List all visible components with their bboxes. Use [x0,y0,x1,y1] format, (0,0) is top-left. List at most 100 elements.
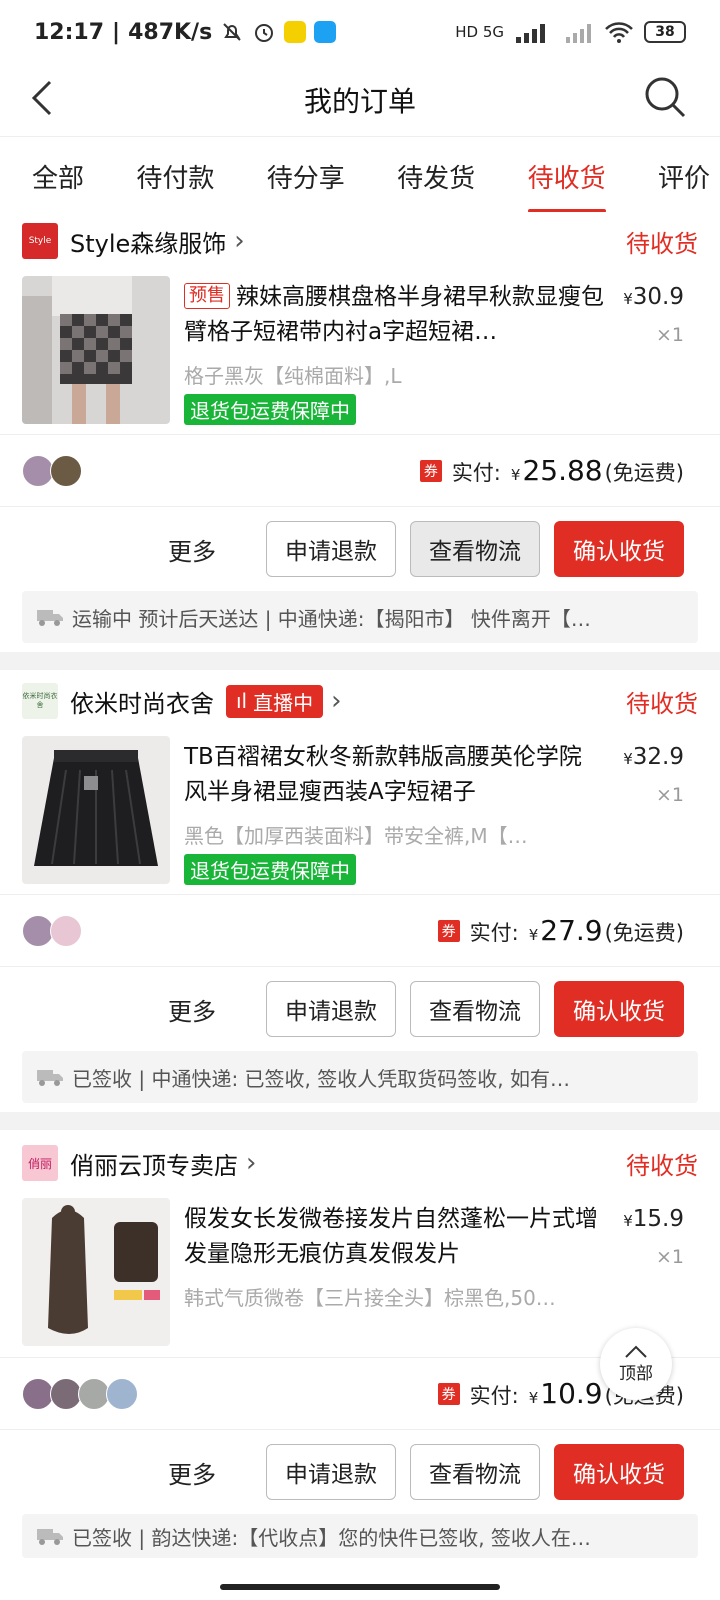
network-type: HD 5G [455,23,504,41]
order-item[interactable]: TB百褶裙女秋冬新款韩版高腰英伦学院风半身裙显瘦西装A字短裙子 ¥32.9 ×1… [0,730,720,895]
view-logistics-button[interactable]: 查看物流 [410,521,540,577]
page-title: 我的订单 [303,85,416,118]
paid-amount: 10.9 [540,1377,603,1410]
confirm-receipt-button[interactable]: 确认收货 [554,521,684,577]
product-title: 预售 辣妹高腰棋盘格半身裙早秋款显瘦包臂格子短裙带内衬a字超短裙… [184,283,604,345]
buyer-avatars [22,914,82,947]
app-notification-icon [314,21,337,43]
chevron-right-icon: › [246,1148,257,1178]
shop-name: 依米时尚衣舍 [70,689,214,718]
mute-bell-icon [223,23,241,41]
product-image[interactable] [22,736,170,884]
confirm-receipt-button[interactable]: 确认收货 [554,1444,684,1500]
wifi-icon [605,22,633,43]
product-qty: ×1 [655,324,684,346]
request-refund-button[interactable]: 申请退款 [266,1444,396,1500]
truck-icon [37,1070,63,1086]
shop-logo: Style [22,223,58,259]
confirm-receipt-button[interactable]: 确认收货 [554,981,684,1037]
live-badge[interactable]: ıl 直播中 [226,684,324,718]
more-button[interactable]: 更多 [168,532,216,567]
product-price: ¥15.9 [623,1206,684,1232]
order-status: 待收货 [626,689,698,718]
paid-label: 实付: [469,1384,519,1408]
shop-row[interactable]: 俏丽 俏丽云顶专卖店 › 待收货 [0,1134,720,1192]
tab-pending-shipment[interactable]: 待发货 [397,137,475,217]
logistics-bar[interactable]: 已签收 | 中通快递: 已签收, 签收人凭取货码签收, 如有… [22,1051,698,1103]
tab-pending-share[interactable]: 待分享 [267,137,345,217]
product-spec: 格子黑灰【纯棉面料】,L [184,364,402,388]
logistics-text: 已签收 | 中通快递: 已签收, 签收人凭取货码签收, 如有… [72,1066,570,1091]
more-button[interactable]: 更多 [168,992,216,1027]
guarantee-badge: 退货包运费保障中 [184,394,356,425]
shop-logo: 俏丽 [22,1145,58,1181]
shipping-note: (免运费) [604,921,684,945]
order-item[interactable]: 假发女长发微卷接发片自然蓬松一片式增发量隐形无痕仿真发假发片 ¥15.9 ×1 … [0,1192,720,1358]
payment-row: 券 实付: ¥ 25.88 (免运费) [0,435,720,507]
order-item[interactable]: 预售 辣妹高腰棋盘格半身裙早秋款显瘦包臂格子短裙带内衬a字超短裙… ¥30.9 ×… [0,270,720,435]
product-title: 假发女长发微卷接发片自然蓬松一片式增发量隐形无痕仿真发假发片 [184,1206,598,1267]
buyer-avatars [22,454,82,487]
app-notification-icon [284,21,307,43]
product-spec: 黑色【加厚西装面料】带安全裤,M【… [184,824,528,848]
shop-name: 俏丽云顶专卖店 [70,1151,238,1180]
truck-icon [37,1529,63,1545]
product-image[interactable] [22,276,170,424]
product-qty: ×1 [655,784,684,806]
payment-row: 券 实付: ¥ 27.9 (免运费) [0,895,720,967]
order-status: 待收货 [626,229,698,258]
status-speed: 487K/s [128,19,213,45]
tab-all[interactable]: 全部 [32,137,84,217]
action-row: 更多 申请退款 查看物流 确认收货 [0,1430,720,1514]
search-icon[interactable] [642,74,688,120]
truck-icon [37,610,63,626]
shop-logo: 依米时尚衣舍 [22,683,58,719]
view-logistics-button[interactable]: 查看物流 [410,1444,540,1500]
paid-amount: 27.9 [540,914,603,947]
product-spec: 韩式气质微卷【三片接全头】棕黑色,50… [184,1286,556,1310]
nav-header: 我的订单 [0,64,720,136]
coupon-badge: 券 [437,919,460,942]
live-icon: ıl [236,689,248,713]
tab-pending-payment[interactable]: 待付款 [136,137,214,217]
product-image[interactable] [22,1198,170,1346]
back-to-top-button[interactable]: 顶部 [600,1328,672,1400]
guarantee-badge: 退货包运费保障中 [184,854,356,885]
product-title: TB百褶裙女秋冬新款韩版高腰英伦学院风半身裙显瘦西装A字短裙子 [184,744,582,805]
paid-label: 实付: [469,921,519,945]
more-button[interactable]: 更多 [168,1455,216,1490]
shop-row[interactable]: 依米时尚衣舍 依米时尚衣舍 ıl 直播中 › 待收货 [0,672,720,730]
product-price: ¥32.9 [623,744,684,770]
paid-amount: 25.88 [522,454,603,487]
avatar [50,454,82,487]
status-time: 12:17 [34,19,105,45]
signal-icon [566,24,591,43]
order-status: 待收货 [626,1151,698,1180]
buyer-avatars [22,1377,138,1410]
view-logistics-button[interactable]: 查看物流 [410,981,540,1037]
tab-review[interactable]: 评价 [658,137,710,217]
action-row: 更多 申请退款 查看物流 确认收货 [0,507,720,591]
presale-badge: 预售 [184,283,230,309]
shop-row[interactable]: Style Style森缘服饰 › 待收货 [0,212,720,270]
back-arrow-icon[interactable] [22,76,66,120]
shipping-note: (免运费) [604,461,684,485]
alarm-icon [255,24,274,42]
order-tabs: 全部 待付款 待分享 待发货 待收货 评价 [0,136,720,216]
logistics-bar[interactable]: 运输中 预计后天送达 | 中通快递:【揭阳市】 快件离开【… [22,591,698,643]
order-card: 依米时尚衣舍 依米时尚衣舍 ıl 直播中 › 待收货 TB百褶裙女秋冬新款韩版高腰… [0,670,720,1112]
request-refund-button[interactable]: 申请退款 [266,521,396,577]
action-row: 更多 申请退款 查看物流 确认收货 [0,967,720,1051]
chevron-right-icon: › [234,226,245,256]
logistics-bar[interactable]: 已签收 | 韵达快递:【代收点】您的快件已签收, 签收人在… [22,1514,698,1558]
request-refund-button[interactable]: 申请退款 [266,981,396,1037]
chevron-right-icon: › [331,686,342,716]
logistics-text: 已签收 | 韵达快递:【代收点】您的快件已签收, 签收人在… [72,1525,591,1550]
paid-label: 实付: [451,461,501,485]
coupon-badge: 券 [437,1382,460,1405]
tab-pending-receipt[interactable]: 待收货 [527,137,606,217]
home-indicator[interactable] [220,1584,500,1590]
product-qty: ×1 [655,1246,684,1268]
logistics-text: 运输中 预计后天送达 | 中通快递:【揭阳市】 快件离开【… [72,606,591,631]
shop-name: Style森缘服饰 [70,229,227,258]
